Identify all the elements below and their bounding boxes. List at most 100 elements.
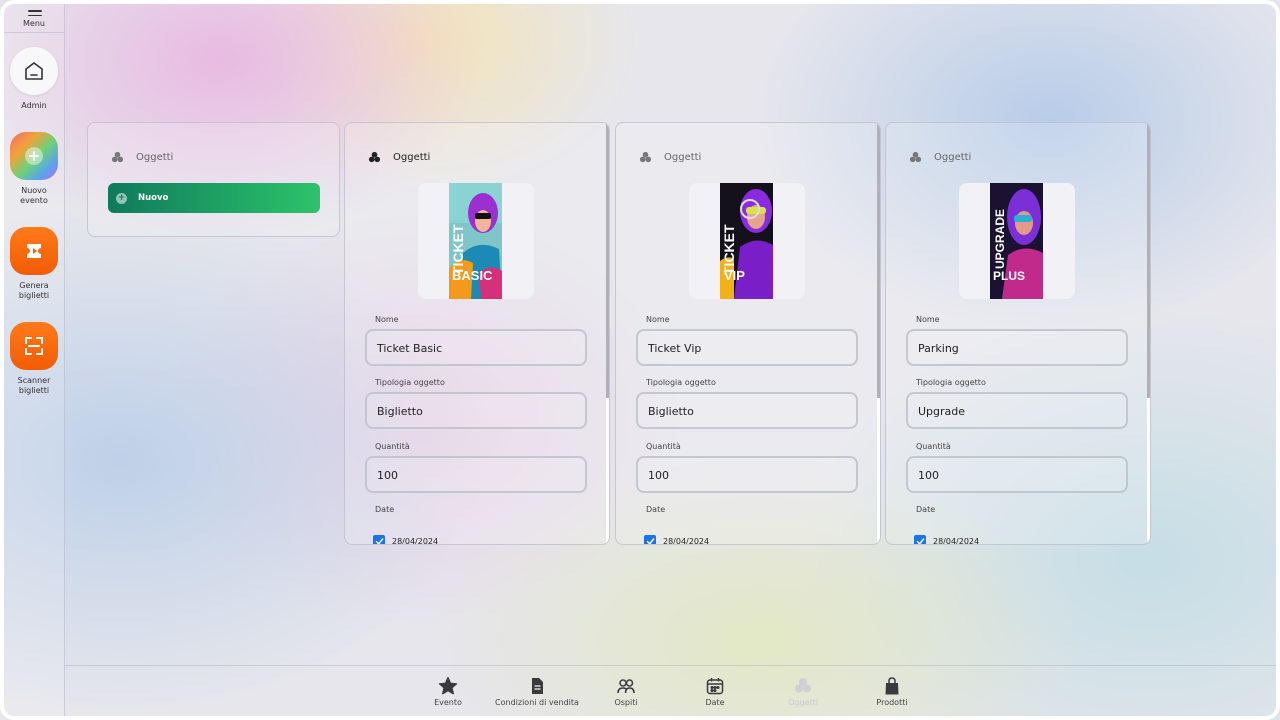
- star-icon: [438, 676, 458, 695]
- quantity-field[interactable]: 100: [365, 456, 587, 493]
- tab-date[interactable]: Date: [670, 666, 760, 717]
- scrollbar-thumb[interactable]: [606, 123, 609, 398]
- users-icon: [617, 679, 635, 694]
- check-icon: [375, 537, 383, 544]
- plus-icon: +: [116, 192, 127, 204]
- dates-label: Date: [646, 505, 666, 514]
- poster-line2: BASIC: [452, 268, 493, 283]
- ticket-icon: [10, 227, 58, 275]
- panel-header: Oggetti: [639, 151, 701, 164]
- panel-title: Oggetti: [136, 152, 174, 163]
- sidebar-item-label: Genera biglietti: [18, 281, 50, 300]
- name-label: Nome: [375, 315, 399, 324]
- panel-title: Oggetti: [664, 152, 702, 163]
- type-field[interactable]: Biglietto: [365, 392, 587, 429]
- name-label: Nome: [916, 315, 940, 324]
- type-label: Tipologia oggetto: [916, 378, 986, 387]
- ticket-poster-image: TICKET BASIC: [449, 183, 502, 299]
- clover-icon: [368, 151, 381, 163]
- tab-label: Ospiti: [614, 698, 638, 707]
- sidebar-item-label: Nuovo evento: [20, 186, 48, 205]
- tab-label: Condizioni di vendita: [495, 698, 579, 707]
- tab-condizioni-di-vendita[interactable]: Condizioni di vendita: [492, 666, 582, 717]
- date-checkbox[interactable]: [914, 535, 926, 544]
- date-value: 28/04/2024: [392, 536, 439, 545]
- menu-button[interactable]: Menu: [4, 4, 64, 33]
- scan-icon: [10, 322, 58, 370]
- panel-title: Oggetti: [934, 152, 972, 163]
- clover-icon: [639, 151, 652, 163]
- date-value: 28/04/2024: [933, 536, 980, 545]
- scrollbar-thumb[interactable]: [877, 123, 880, 398]
- panel-header: Oggetti: [111, 151, 173, 164]
- scrollbar[interactable]: [1147, 123, 1150, 544]
- document-icon: [532, 678, 543, 694]
- dates-label: Date: [916, 505, 936, 514]
- type-field[interactable]: Biglietto: [636, 392, 858, 429]
- date-value: 28/04/2024: [663, 536, 710, 545]
- clover-icon: [909, 151, 922, 163]
- date-checkbox[interactable]: [644, 535, 656, 544]
- clover-icon: [111, 151, 124, 163]
- tab-ospiti[interactable]: Ospiti: [581, 666, 671, 717]
- type-label: Tipologia oggetto: [646, 378, 716, 387]
- sidebar-item-label: Scanner biglietti: [17, 376, 51, 395]
- home-icon: [10, 47, 58, 95]
- new-object-button[interactable]: + Nuovo: [108, 183, 320, 213]
- tab-label: Prodotti: [876, 698, 908, 707]
- name-field[interactable]: Ticket Basic: [365, 329, 587, 366]
- object-image[interactable]: TICKET VIP: [689, 183, 805, 299]
- sidebar: Menu Admin Nuovo evento Genera biglietti…: [4, 4, 65, 716]
- date-checkbox[interactable]: [373, 535, 385, 544]
- name-label: Nome: [646, 315, 670, 324]
- tab-label: Evento: [434, 698, 462, 707]
- object-card-3: Oggetti UPGRADE PLUS Nome Parking Tipolo…: [885, 122, 1151, 545]
- check-icon: [916, 537, 924, 544]
- objects-list-panel: Oggetti + Nuovo: [87, 122, 340, 237]
- quantity-field[interactable]: 100: [636, 456, 858, 493]
- plus-icon: [10, 132, 58, 180]
- scrollbar[interactable]: [877, 123, 880, 544]
- clover-icon: [795, 678, 811, 693]
- object-card-2: Oggetti TICKET VIP Nome Ticket Vip Tipol…: [615, 122, 881, 545]
- quantity-field[interactable]: 100: [906, 456, 1128, 493]
- poster-line1: UPGRADE: [993, 209, 1007, 269]
- tab-prodotti[interactable]: Prodotti: [847, 666, 937, 717]
- type-label: Tipologia oggetto: [375, 378, 445, 387]
- tab-label: Date: [705, 698, 725, 707]
- quantity-label: Quantità: [646, 442, 681, 451]
- panel-title: Oggetti: [393, 152, 431, 163]
- ticket-poster-image: TICKET VIP: [720, 183, 773, 299]
- calendar-icon: [706, 678, 724, 695]
- dates-label: Date: [375, 505, 395, 514]
- object-card-1: Oggetti TICKET BASIC Nome Ticket Basic T…: [344, 122, 610, 545]
- scrollbar-thumb[interactable]: [1147, 123, 1150, 398]
- object-image[interactable]: UPGRADE PLUS: [959, 183, 1075, 299]
- poster-line2: PLUS: [993, 269, 1025, 283]
- name-field[interactable]: Parking: [906, 329, 1128, 366]
- ticket-poster-image: UPGRADE PLUS: [990, 183, 1043, 299]
- tab-evento[interactable]: Evento: [403, 666, 493, 717]
- type-field[interactable]: Upgrade: [906, 392, 1128, 429]
- sidebar-item-scanner-biglietti[interactable]: Scanner biglietti: [4, 322, 64, 396]
- panel-header: Oggetti: [909, 151, 971, 164]
- tab-oggetti[interactable]: Oggetti: [758, 666, 848, 717]
- tab-label: Oggetti: [788, 698, 818, 707]
- check-icon: [646, 537, 654, 544]
- sidebar-item-nuovo-evento[interactable]: Nuovo evento: [4, 132, 64, 206]
- scrollbar[interactable]: [606, 123, 609, 544]
- name-field[interactable]: Ticket Vip: [636, 329, 858, 366]
- quantity-label: Quantità: [916, 442, 951, 451]
- panel-header: Oggetti: [368, 151, 430, 164]
- sidebar-item-genera-biglietti[interactable]: Genera biglietti: [4, 227, 64, 301]
- poster-line2: VIP: [724, 268, 745, 283]
- new-button-label: Nuovo: [138, 193, 169, 203]
- quantity-label: Quantità: [375, 442, 410, 451]
- sidebar-item-admin[interactable]: Admin: [4, 47, 64, 111]
- object-image[interactable]: TICKET BASIC: [418, 183, 534, 299]
- date-option: 28/04/2024: [373, 535, 439, 545]
- bottom-nav: Evento Condizioni di vendita Ospiti Date…: [65, 665, 1276, 716]
- date-option: 28/04/2024: [644, 535, 710, 545]
- hamburger-icon: [28, 10, 42, 18]
- date-option: 28/04/2024: [914, 535, 980, 545]
